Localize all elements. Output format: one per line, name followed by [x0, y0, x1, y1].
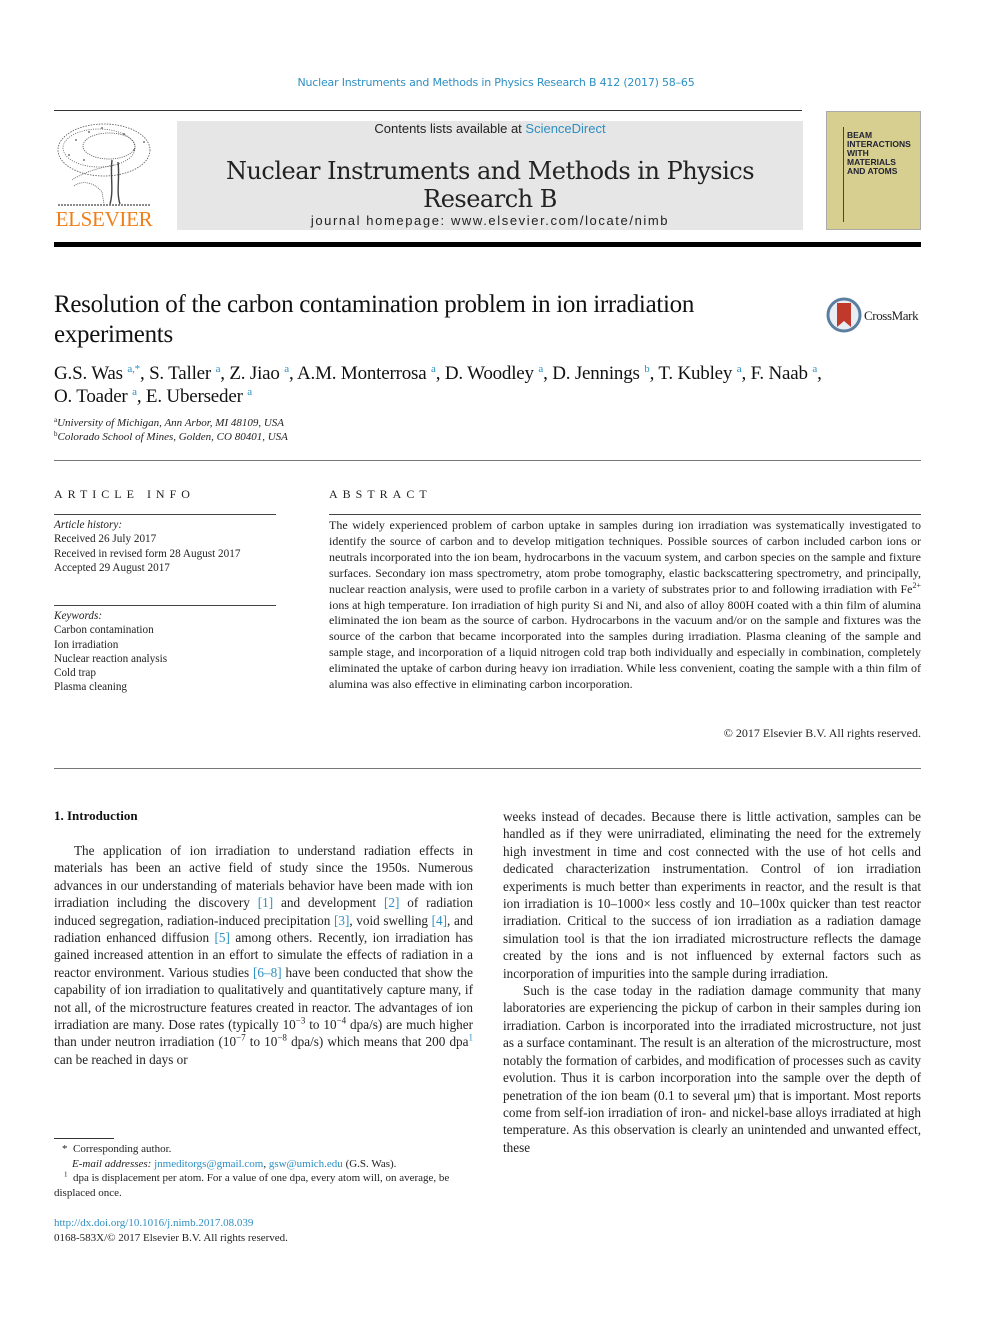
- contents-line: Contents lists available at ScienceDirec…: [177, 121, 803, 136]
- footnote-rule: [54, 1138, 114, 1139]
- article-history-heading: Article history:: [54, 519, 123, 531]
- journal-title: Nuclear Instruments and Methods in Physi…: [225, 157, 755, 213]
- abstract-heading: ABSTRACT: [329, 487, 432, 501]
- email-link[interactable]: gsw@umich.edu: [269, 1158, 343, 1170]
- author[interactable]: S. Taller a: [149, 363, 220, 384]
- section-divider: [54, 460, 921, 461]
- elsevier-wordmark: ELSEVIER: [55, 207, 153, 231]
- author[interactable]: G.S. Was a,*: [54, 363, 140, 384]
- keywords-rule: [54, 605, 276, 606]
- article-title: Resolution of the carbon contamination p…: [54, 291, 695, 348]
- journal-reference-link[interactable]: Nuclear Instruments and Methods in Physi…: [0, 76, 992, 89]
- email-link[interactable]: jnmeditorgs@gmail.com: [154, 1158, 263, 1170]
- article-info-rule: [54, 514, 276, 515]
- intro-paragraph: The application of ion irradiation to un…: [54, 843, 474, 1067]
- citation-link[interactable]: [6–8]: [253, 965, 282, 980]
- keywords-heading: Keywords:: [54, 610, 103, 622]
- keyword: Cold trap: [54, 667, 96, 680]
- author[interactable]: F. Naab a: [751, 363, 818, 384]
- crossmark-icon: [826, 297, 862, 333]
- author[interactable]: T. Kubley a: [658, 363, 741, 384]
- footnote-link[interactable]: 1: [469, 1033, 474, 1043]
- citation-link[interactable]: [4]: [432, 913, 447, 928]
- history-accepted: Accepted 29 August 2017: [54, 561, 170, 574]
- author[interactable]: D. Jennings b: [552, 363, 650, 384]
- elsevier-tree-icon: [57, 123, 151, 206]
- journal-cover-thumbnail[interactable]: BEAM INTERACTIONS WITH MATERIALS AND ATO…: [826, 111, 921, 230]
- affiliation: aUniversity of Michigan, Ann Arbor, MI 4…: [54, 416, 285, 430]
- keyword: Carbon contamination: [54, 624, 154, 637]
- article-history: Article history: Received 26 July 2017 R…: [54, 518, 276, 575]
- abstract-copyright: © 2017 Elsevier B.V. All rights reserved…: [723, 726, 921, 740]
- author[interactable]: D. Woodley a: [445, 363, 543, 384]
- author[interactable]: Z. Jiao a: [229, 363, 289, 384]
- article-info-heading: ARTICLE INFO: [54, 487, 195, 501]
- intro-paragraph: weeks instead of decades. Because there …: [503, 809, 921, 981]
- footnote-corresponding: * Corresponding author.: [62, 1143, 172, 1155]
- journal-banner: Contents lists available at ScienceDirec…: [177, 121, 803, 230]
- citation-link[interactable]: [1]: [258, 895, 273, 910]
- keyword: Plasma cleaning: [54, 681, 128, 694]
- affiliation: bColorado School of Mines, Golden, CO 80…: [54, 430, 288, 444]
- doi-link[interactable]: http://dx.doi.org/10.1016/j.nimb.2017.08…: [54, 1217, 253, 1229]
- keyword: Nuclear reaction analysis: [54, 652, 168, 665]
- abstract-rule: [329, 514, 921, 515]
- header-thick-rule: [54, 242, 921, 247]
- contents-prefix: Contents lists available at: [374, 121, 526, 136]
- abstract-text: The widely experienced problem of carbon…: [329, 518, 921, 692]
- section-divider: [54, 768, 921, 769]
- keyword: Ion irradiation: [54, 638, 119, 651]
- author[interactable]: O. Toader a: [54, 386, 137, 407]
- header-rule: [54, 110, 802, 111]
- keywords: Keywords: Carbon contamination Ion irrad…: [54, 609, 276, 695]
- journal-homepage[interactable]: journal homepage: www.elsevier.com/locat…: [177, 213, 803, 228]
- crossmark-badge[interactable]: CrossMark: [826, 297, 926, 335]
- history-revised: Received in revised form 28 August 2017: [54, 547, 241, 560]
- intro-right-column: weeks instead of decades. Because there …: [503, 808, 921, 1156]
- issn-copyright: 0168-583X/© 2017 Elsevier B.V. All right…: [54, 1231, 288, 1244]
- citation-link[interactable]: [3]: [334, 913, 349, 928]
- elsevier-logo[interactable]: ELSEVIER: [54, 120, 154, 232]
- cover-line-5: AND ATOMS: [847, 166, 898, 176]
- citation-link[interactable]: [5]: [215, 930, 230, 945]
- author-list: G.S. Was a,*, S. Taller a, Z. Jiao a, A.…: [54, 363, 822, 407]
- footnote-emails: E-mail addresses: jnmeditorgs@gmail.com,…: [72, 1157, 397, 1170]
- author[interactable]: E. Uberseder a: [146, 386, 252, 407]
- cover-title: BEAM INTERACTIONS WITH MATERIALS AND ATO…: [847, 131, 911, 176]
- section-heading-introduction: 1. Introduction: [54, 808, 138, 823]
- sciencedirect-link[interactable]: ScienceDirect: [525, 121, 605, 136]
- doi-footer: http://dx.doi.org/10.1016/j.nimb.2017.08…: [54, 1216, 288, 1245]
- crossmark-label: CrossMark: [864, 308, 919, 323]
- intro-paragraph: Such is the case today in the radiation …: [503, 983, 921, 1155]
- author[interactable]: A.M. Monterrosa a: [297, 363, 436, 384]
- history-received: Received 26 July 2017: [54, 533, 157, 546]
- intro-left-column: The application of ion irradiation to un…: [54, 842, 473, 1068]
- footnote-1: 1 dpa is displacement per atom. For a va…: [54, 1170, 450, 1199]
- citation-link[interactable]: [2]: [384, 895, 399, 910]
- cover-divider: [843, 127, 844, 222]
- footnotes: * Corresponding author. E-mail addresses…: [54, 1142, 474, 1200]
